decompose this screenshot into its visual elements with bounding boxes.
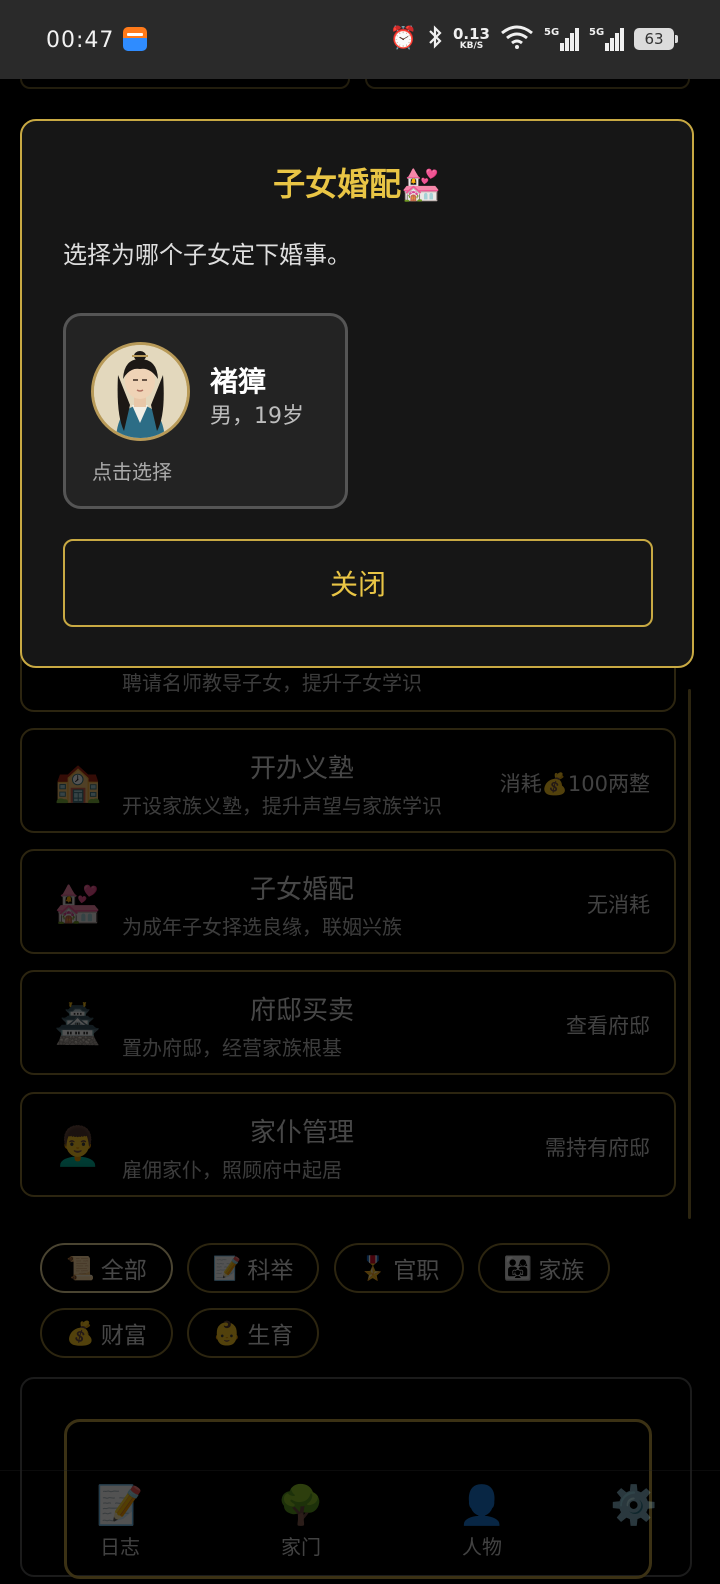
child-info: 男，19岁	[210, 404, 304, 429]
castle-icon: 🏯	[54, 1002, 102, 1046]
marriage-dialog: 子女婚配💒 选择为哪个子女定下婚事。 褚獐 男，19岁 点击选择 关闭	[20, 119, 694, 668]
activity-desc: 雇佣家仆，照顾府中起居	[122, 1158, 342, 1182]
scrollbar[interactable]	[688, 689, 691, 1219]
dialog-subtitle: 选择为哪个子女定下婚事。	[63, 241, 351, 269]
status-icons: ⏰ 0.13 KB/S 5G 5G 63	[389, 22, 678, 56]
dialog-title: 子女婚配💒	[273, 165, 441, 203]
activity-card-servants[interactable]: 👨‍🦱 家仆管理 雇佣家仆，照顾府中起居 需持有府邸	[20, 1092, 676, 1197]
bottom-nav: 📝 日志 🌳 家门 👤 人物 ⚙️	[0, 1470, 720, 1584]
wifi-icon	[500, 25, 534, 54]
app-notification-icon	[123, 27, 147, 51]
activity-desc: 置办府邸，经营家族根基	[122, 1036, 342, 1060]
school-icon: 🏫	[54, 760, 102, 804]
bluetooth-icon	[427, 24, 443, 54]
activity-cost: 需持有府邸	[545, 1136, 650, 1160]
activity-title: 府邸买卖	[249, 996, 354, 1026]
child-name: 褚獐	[210, 365, 267, 398]
filter-exam[interactable]: 📝 科举	[187, 1243, 319, 1293]
activity-cost: 无消耗	[587, 893, 650, 917]
activity-cost: 消耗💰100两整	[499, 772, 650, 796]
activity-desc: 开设家族义塾，提升声望与家族学识	[122, 794, 442, 818]
activity-cost: 查看府邸	[566, 1014, 650, 1038]
scroll-icon: 📜	[66, 1255, 95, 1282]
nav-settings[interactable]: ⚙️	[574, 1481, 694, 1529]
filter-birth[interactable]: 👶 生育	[187, 1308, 319, 1358]
filter-office[interactable]: 🎖️ 官职	[334, 1243, 464, 1293]
person-icon: 👤	[458, 1483, 506, 1527]
tree-icon: 🌳	[277, 1483, 325, 1527]
cell-signal-icon: 5G	[589, 27, 624, 51]
activity-card-yishu[interactable]: 🏫 开办义塾 开设家族义塾，提升声望与家族学识 消耗💰100两整	[20, 728, 676, 833]
alarm-icon: ⏰	[389, 26, 417, 51]
activity-card-marriage[interactable]: 💒 子女婚配 为成年子女择选良缘，联姻兴族 无消耗	[20, 849, 676, 954]
filter-wealth[interactable]: 💰 财富	[40, 1308, 173, 1358]
activity-card-mansion[interactable]: 🏯 府邸买卖 置办府邸，经营家族根基 查看府邸	[20, 970, 676, 1075]
network-speed: 0.13 KB/S	[452, 25, 490, 51]
close-button[interactable]: 关闭	[63, 539, 653, 627]
cell-signal-icon: 5G	[544, 27, 579, 51]
activity-desc: 为成年子女择选良缘，联姻兴族	[122, 915, 402, 939]
activity-title: 开办义塾	[249, 754, 354, 784]
log-icon: 📝	[96, 1483, 144, 1527]
child-option-card[interactable]: 褚獐 男，19岁 点击选择	[63, 313, 348, 509]
family-icon: 👨‍👩‍👧	[503, 1255, 533, 1282]
wedding-icon: 💒	[401, 165, 441, 203]
wedding-icon: 💒	[54, 881, 102, 925]
nav-log[interactable]: 📝 日志	[60, 1481, 180, 1560]
money-bag-icon: 💰	[66, 1320, 95, 1347]
servant-icon: 👨‍🦱	[54, 1124, 102, 1168]
status-bar: 00:47 ⏰ 0.13 KB/S 5G 5G 63	[0, 0, 720, 79]
avatar	[91, 342, 190, 441]
activity-title: 子女婚配	[249, 875, 354, 905]
baby-icon: 👶	[212, 1320, 242, 1347]
activity-desc: 聘请名师教导子女，提升子女学识	[122, 671, 422, 695]
status-time: 00:47	[46, 28, 115, 53]
top-card	[20, 79, 350, 89]
battery-icon: 63	[634, 28, 678, 50]
filter-all[interactable]: 📜 全部	[40, 1243, 173, 1293]
nav-family[interactable]: 🌳 家门	[241, 1481, 361, 1560]
medal-icon: 🎖️	[358, 1255, 388, 1282]
child-select-hint: 点击选择	[92, 460, 172, 484]
activity-title: 家仆管理	[249, 1118, 354, 1148]
gear-icon: ⚙️	[610, 1483, 658, 1527]
filter-family[interactable]: 👨‍👩‍👧 家族	[478, 1243, 610, 1293]
top-card	[365, 79, 690, 89]
nav-character[interactable]: 👤 人物	[422, 1481, 542, 1560]
memo-icon: 📝	[212, 1255, 242, 1282]
